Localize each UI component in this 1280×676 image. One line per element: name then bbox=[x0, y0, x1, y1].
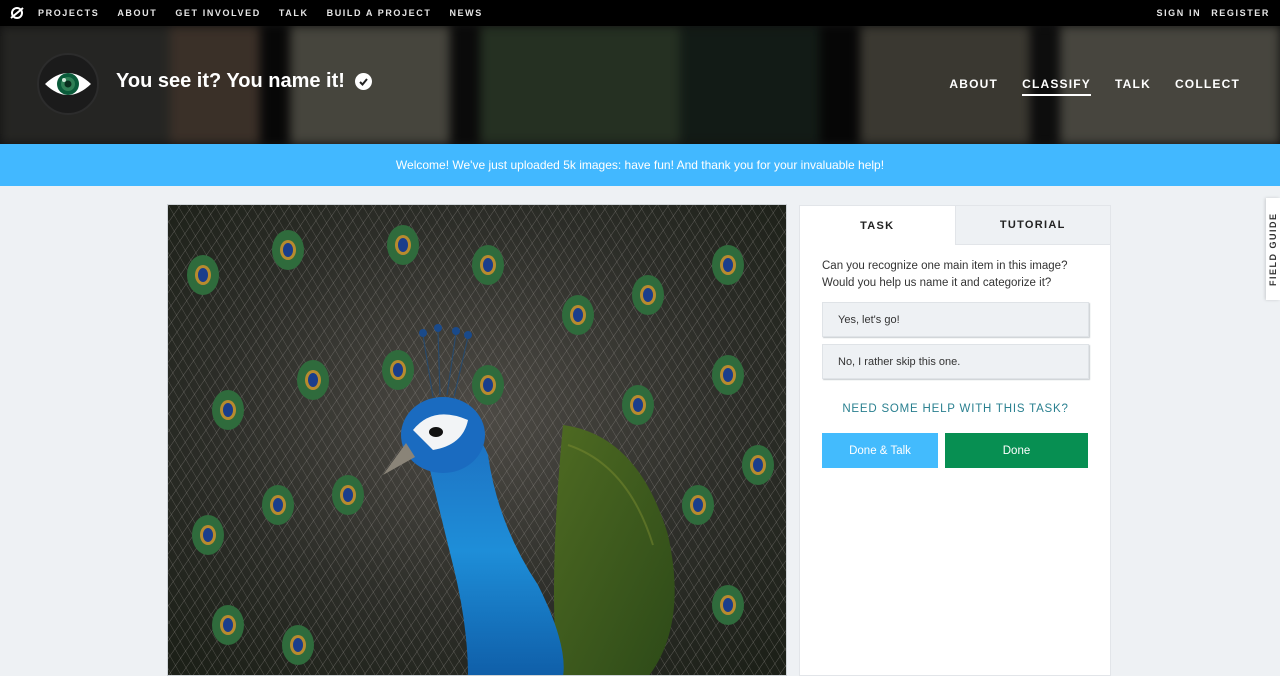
done-and-talk-button[interactable]: Done & Talk bbox=[822, 433, 938, 468]
subject-image[interactable] bbox=[167, 204, 787, 676]
project-nav-classify[interactable]: CLASSIFY bbox=[1022, 77, 1092, 96]
task-question-line2: Would you help us name it and categorize… bbox=[822, 277, 1052, 289]
top-bar: PROJECTS ABOUT GET INVOLVED TALK BUILD A… bbox=[0, 0, 1280, 26]
done-button[interactable]: Done bbox=[945, 433, 1088, 468]
account-links: SIGN IN REGISTER bbox=[1156, 0, 1280, 26]
tab-task[interactable]: TASK bbox=[800, 206, 955, 245]
answer-yes-button[interactable]: Yes, let's go! bbox=[822, 302, 1089, 337]
register-link[interactable]: REGISTER bbox=[1211, 8, 1270, 18]
task-question-line1: Can you recognize one main item in this … bbox=[822, 260, 1068, 272]
site-nav-build-a-project[interactable]: BUILD A PROJECT bbox=[327, 8, 432, 18]
field-guide-label: FIELD GUIDE bbox=[1268, 212, 1278, 286]
zooniverse-logo-icon[interactable] bbox=[10, 6, 24, 20]
answer-skip-button[interactable]: No, I rather skip this one. bbox=[822, 344, 1089, 379]
task-help-link[interactable]: NEED SOME HELP WITH THIS TASK? bbox=[822, 403, 1089, 415]
site-nav-get-involved[interactable]: GET INVOLVED bbox=[175, 8, 261, 18]
site-nav-news[interactable]: NEWS bbox=[449, 8, 482, 18]
field-guide-tab[interactable]: FIELD GUIDE bbox=[1266, 198, 1280, 300]
task-panel: TASK TUTORIAL Can you recognize one main… bbox=[799, 205, 1111, 676]
site-nav: PROJECTS ABOUT GET INVOLVED TALK BUILD A… bbox=[38, 8, 501, 18]
project-nav-about[interactable]: ABOUT bbox=[949, 77, 998, 96]
project-nav-collect[interactable]: COLLECT bbox=[1175, 77, 1240, 96]
sign-in-link[interactable]: SIGN IN bbox=[1156, 8, 1201, 18]
project-avatar[interactable] bbox=[37, 53, 99, 115]
check-circle-icon bbox=[354, 73, 372, 90]
announcement-banner: Welcome! We've just uploaded 5k images: … bbox=[0, 144, 1280, 186]
project-nav-talk[interactable]: TALK bbox=[1115, 77, 1151, 96]
project-header: You see it? You name it! ABOUT CLASSIFY … bbox=[0, 26, 1280, 144]
project-title-text: You see it? You name it! bbox=[116, 70, 345, 92]
peacock-image bbox=[168, 205, 786, 675]
site-nav-talk[interactable]: TALK bbox=[279, 8, 309, 18]
project-nav: ABOUT CLASSIFY TALK COLLECT bbox=[949, 77, 1240, 96]
task-question: Can you recognize one main item in this … bbox=[822, 258, 1092, 292]
site-nav-about[interactable]: ABOUT bbox=[117, 8, 157, 18]
eye-icon bbox=[45, 73, 91, 95]
tab-tutorial[interactable]: TUTORIAL bbox=[954, 206, 1110, 245]
project-title: You see it? You name it! bbox=[116, 70, 372, 93]
site-nav-projects[interactable]: PROJECTS bbox=[38, 8, 99, 18]
task-tabs: TASK TUTORIAL bbox=[800, 206, 1110, 245]
